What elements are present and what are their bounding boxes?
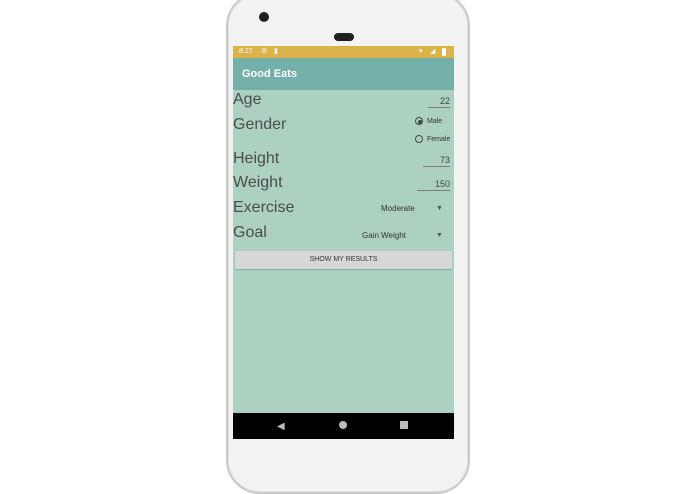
show-results-button[interactable]: SHOW MY RESULTS bbox=[235, 251, 452, 269]
recent-apps-icon[interactable] bbox=[400, 421, 408, 429]
signal-icon: ◢ bbox=[430, 48, 436, 55]
weight-input[interactable]: 150 bbox=[417, 179, 450, 191]
age-label: Age bbox=[233, 91, 262, 108]
weight-label: Weight bbox=[233, 174, 283, 191]
exercise-chevron-down-icon[interactable]: ▼ bbox=[436, 205, 443, 212]
radio-male-circle[interactable] bbox=[415, 117, 423, 125]
height-label: Height bbox=[233, 150, 280, 167]
exercise-select[interactable]: Moderate bbox=[381, 204, 415, 213]
back-icon[interactable]: ◀ bbox=[277, 421, 285, 432]
goal-select[interactable]: Gain Weight bbox=[362, 231, 406, 240]
gear-icon: ⚙ bbox=[261, 48, 268, 55]
radio-female-label: Female bbox=[427, 135, 451, 143]
gender-label: Gender bbox=[233, 116, 287, 133]
gender-radio-female[interactable]: Female bbox=[415, 135, 450, 143]
front-camera bbox=[259, 12, 269, 22]
system-navigation-bar: ◀ bbox=[233, 413, 454, 439]
app-bar: Good Eats bbox=[233, 58, 454, 90]
height-input[interactable]: 73 bbox=[423, 155, 450, 167]
status-time: 8:27 bbox=[239, 48, 253, 55]
status-bar: 8:27 ⚙ ▮ ▾ ◢ bbox=[233, 46, 454, 58]
app-title: Good Eats bbox=[242, 68, 298, 80]
age-input[interactable]: 22 bbox=[428, 96, 450, 108]
earpiece-speaker bbox=[334, 33, 354, 41]
battery-icon bbox=[442, 48, 446, 56]
home-icon[interactable] bbox=[339, 421, 347, 429]
goal-label: Goal bbox=[233, 224, 267, 241]
gender-radio-male[interactable]: Male bbox=[415, 117, 442, 125]
app-screen: 8:27 ⚙ ▮ ▾ ◢ Good Eats Age 22 Gender Mal… bbox=[233, 46, 454, 439]
wifi-icon: ▾ bbox=[419, 48, 423, 55]
radio-female-circle[interactable] bbox=[415, 135, 423, 143]
exercise-label: Exercise bbox=[233, 199, 295, 216]
radio-male-label: Male bbox=[427, 117, 443, 125]
lock-icon: ▮ bbox=[274, 48, 278, 55]
goal-chevron-down-icon[interactable]: ▼ bbox=[436, 232, 443, 239]
